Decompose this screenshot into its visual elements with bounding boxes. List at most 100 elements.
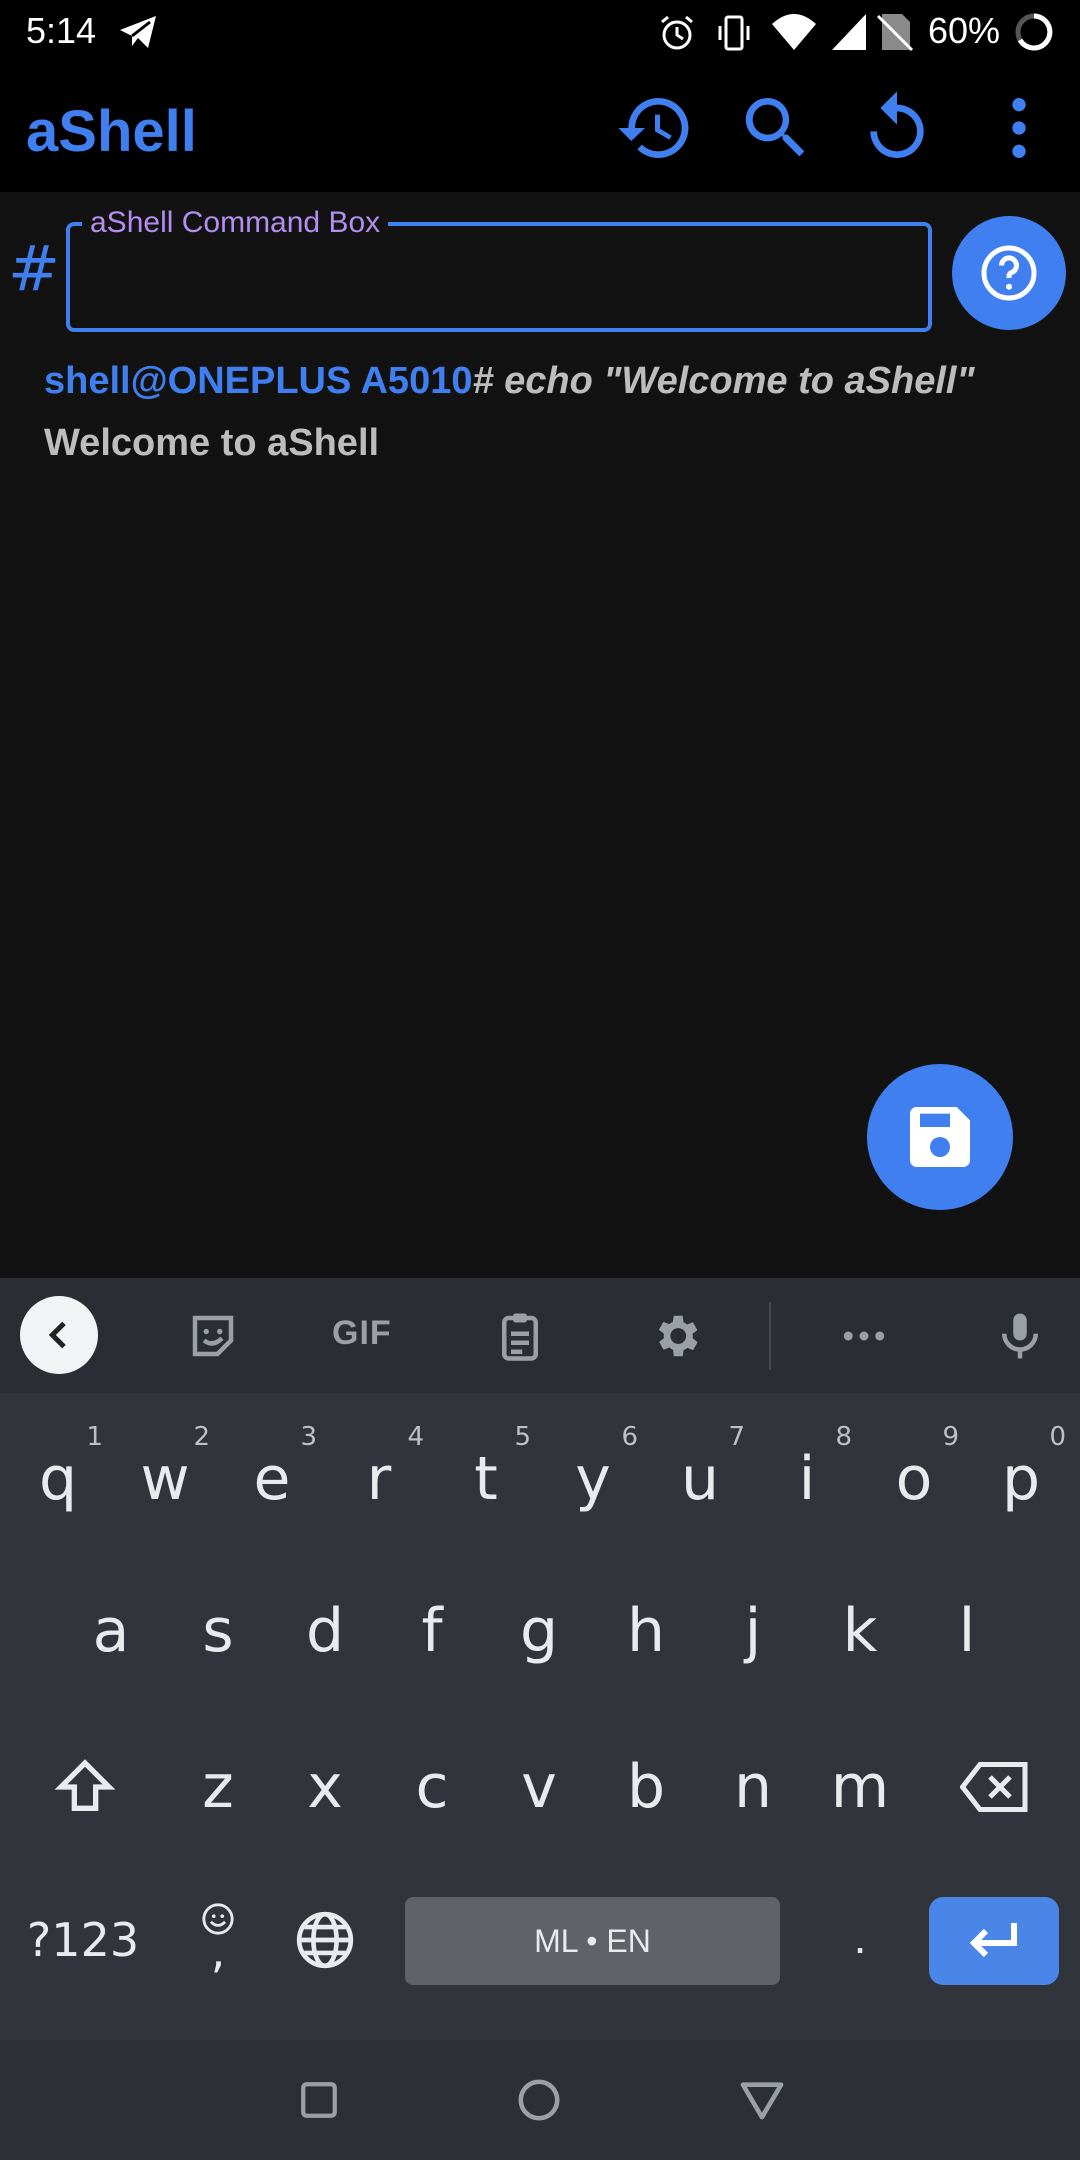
search-button[interactable] xyxy=(732,84,820,172)
key-label: y xyxy=(575,1444,611,1514)
key-p[interactable]: p0 xyxy=(968,1410,1074,1540)
more-tools-button[interactable] xyxy=(834,1306,894,1366)
key-j[interactable]: j xyxy=(700,1562,806,1692)
key-label: c xyxy=(415,1752,449,1822)
key-label: l xyxy=(958,1596,976,1666)
more-horiz-icon xyxy=(843,1331,885,1341)
key-u[interactable]: u7 xyxy=(647,1410,753,1540)
key-label: f xyxy=(421,1596,443,1666)
key-y[interactable]: y6 xyxy=(540,1410,646,1540)
refresh-button[interactable] xyxy=(853,84,941,172)
history-button[interactable] xyxy=(611,84,699,172)
language-key[interactable] xyxy=(285,1900,365,1980)
key-s[interactable]: s xyxy=(165,1562,271,1692)
key-label: w xyxy=(140,1444,190,1514)
key-hint: 4 xyxy=(407,1422,424,1452)
terminal-area: # aShell Command Box shell@ONEPLUS A5010… xyxy=(0,192,1080,1278)
save-button[interactable] xyxy=(867,1064,1013,1210)
globe-icon xyxy=(296,1911,354,1969)
key-b[interactable]: b xyxy=(593,1718,699,1848)
settings-icon xyxy=(658,1315,698,1357)
command-input[interactable] xyxy=(86,250,910,308)
navigation-bar xyxy=(0,2040,1080,2160)
space-key[interactable]: ML • EN xyxy=(405,1897,780,1985)
key-t[interactable]: t5 xyxy=(433,1410,539,1540)
enter-key[interactable] xyxy=(929,1897,1059,1985)
vibrate-icon xyxy=(716,14,752,57)
wifi-icon xyxy=(770,12,818,57)
key-e[interactable]: e3 xyxy=(219,1410,325,1540)
shift-key[interactable] xyxy=(30,1722,140,1852)
backspace-key[interactable] xyxy=(940,1722,1050,1852)
mic-icon xyxy=(1002,1313,1038,1359)
toolbar-divider xyxy=(769,1302,771,1370)
voice-input-button[interactable] xyxy=(990,1306,1050,1366)
key-r[interactable]: r4 xyxy=(326,1410,432,1540)
key-label: g xyxy=(519,1596,559,1666)
command-box-label: aShell Command Box xyxy=(82,206,389,240)
chevron-left-icon xyxy=(48,1321,66,1349)
sticker-button[interactable] xyxy=(183,1306,243,1366)
help-button[interactable] xyxy=(952,216,1066,330)
signal-icon xyxy=(830,12,868,57)
key-c[interactable]: c xyxy=(379,1718,485,1848)
clipboard-icon xyxy=(502,1313,538,1361)
clipboard-button[interactable] xyxy=(490,1306,550,1366)
search-icon xyxy=(745,98,805,157)
period-key[interactable]: . xyxy=(820,1910,900,1990)
key-label: a xyxy=(92,1596,130,1666)
key-d[interactable]: d xyxy=(272,1562,378,1692)
key-x[interactable]: x xyxy=(272,1718,378,1848)
key-w[interactable]: w2 xyxy=(112,1410,218,1540)
key-g[interactable]: g xyxy=(486,1562,592,1692)
recents-button[interactable] xyxy=(289,2070,349,2130)
key-a[interactable]: a xyxy=(58,1562,164,1692)
history-icon xyxy=(618,97,689,158)
key-l[interactable]: l xyxy=(914,1562,1020,1692)
key-k[interactable]: k xyxy=(807,1562,913,1692)
status-bar: 5:14 60% xyxy=(0,0,1080,64)
shift-icon xyxy=(54,1759,116,1811)
gif-button[interactable]: GIF xyxy=(332,1314,392,1353)
key-m[interactable]: m xyxy=(807,1718,913,1848)
key-f[interactable]: f xyxy=(379,1562,485,1692)
key-hint: 0 xyxy=(1049,1422,1066,1452)
key-o[interactable]: o9 xyxy=(861,1410,967,1540)
status-time: 5:14 xyxy=(26,10,97,51)
key-label: d xyxy=(305,1596,345,1666)
symbols-key[interactable]: ?123 xyxy=(18,1890,148,1990)
backspace-icon xyxy=(960,1762,1028,1812)
key-hint: 7 xyxy=(728,1422,745,1452)
command-box[interactable]: aShell Command Box xyxy=(66,206,932,332)
key-v[interactable]: v xyxy=(486,1718,592,1848)
battery-percentage: 60% xyxy=(928,10,1001,51)
key-z[interactable]: z xyxy=(165,1718,271,1848)
key-q[interactable]: q1 xyxy=(5,1410,111,1540)
key-hint: 1 xyxy=(86,1422,103,1452)
key-label: q xyxy=(38,1444,78,1514)
key-i[interactable]: i8 xyxy=(754,1410,860,1540)
no-sim-icon xyxy=(876,12,914,57)
home-button[interactable] xyxy=(509,2070,569,2130)
key-h[interactable]: h xyxy=(593,1562,699,1692)
key-hint: 5 xyxy=(514,1422,531,1452)
enter-icon xyxy=(969,1923,1017,1958)
more-options-button[interactable] xyxy=(975,84,1063,172)
key-label: b xyxy=(626,1752,666,1822)
help-icon xyxy=(981,245,1037,301)
keyboard-collapse-button[interactable] xyxy=(20,1296,98,1374)
back-button[interactable] xyxy=(732,2070,792,2130)
comma-key[interactable]: , xyxy=(178,1880,258,2000)
app-title: aShell xyxy=(26,99,197,164)
key-label: x xyxy=(307,1752,343,1822)
key-hint: 3 xyxy=(300,1422,317,1452)
key-label: e xyxy=(253,1444,291,1514)
keyboard-settings-button[interactable] xyxy=(646,1306,706,1366)
output-command-line: shell@ONEPLUS A5010# echo "Welcome to aS… xyxy=(44,360,975,403)
alarm-icon xyxy=(658,14,696,57)
key-label: z xyxy=(202,1752,234,1822)
key-label: p xyxy=(1001,1444,1041,1514)
key-label: i xyxy=(798,1444,816,1514)
key-n[interactable]: n xyxy=(700,1718,806,1848)
key-label: u xyxy=(680,1444,720,1514)
